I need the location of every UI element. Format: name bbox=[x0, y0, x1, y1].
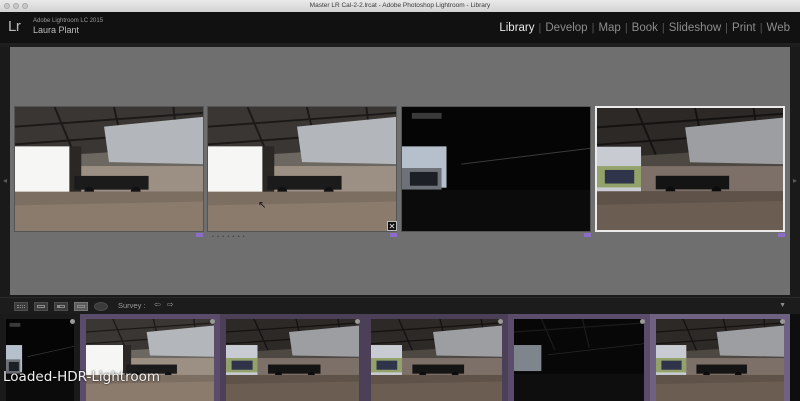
badge-icon bbox=[70, 319, 75, 324]
loupe-view-icon[interactable] bbox=[34, 302, 48, 311]
module-print[interactable]: Print bbox=[728, 22, 760, 34]
module-picker: Library | Develop | Map | Book | Slidesh… bbox=[495, 22, 794, 34]
barn-photo bbox=[656, 319, 784, 401]
survey-photo[interactable] bbox=[207, 106, 397, 232]
module-map[interactable]: Map bbox=[594, 22, 624, 34]
people-view-icon[interactable] bbox=[94, 302, 108, 311]
filmstrip-thumbnail[interactable] bbox=[365, 314, 508, 401]
toolbar-content-menu-icon[interactable]: ▼ bbox=[779, 302, 786, 309]
left-panel-toggle-icon[interactable]: ◂ bbox=[1, 175, 9, 187]
barn-photo bbox=[597, 108, 783, 230]
badge-icon bbox=[498, 319, 503, 324]
filmstrip-thumbnail-selected[interactable] bbox=[650, 314, 790, 401]
badge-icon bbox=[640, 319, 645, 324]
survey-photo[interactable] bbox=[401, 106, 591, 232]
video-caption: Loaded-HDR-Lightroom bbox=[3, 369, 160, 385]
window-controls[interactable] bbox=[4, 3, 28, 9]
lightroom-logo-icon: Lr bbox=[8, 18, 21, 35]
identity-plate-bar: Lr Adobe Lightroom LC 2015 Laura Plant L… bbox=[0, 12, 800, 43]
rating-dots[interactable]: • • • • • • • bbox=[212, 234, 246, 240]
color-label-icon bbox=[584, 233, 591, 237]
barn-photo bbox=[15, 107, 203, 231]
minimize-window-icon[interactable] bbox=[13, 3, 19, 9]
compare-view-icon[interactable] bbox=[54, 302, 68, 311]
module-web[interactable]: Web bbox=[763, 22, 794, 34]
filmstrip-thumbnail[interactable] bbox=[0, 314, 80, 401]
barn-photo bbox=[371, 319, 502, 401]
filmstrip-thumbnail[interactable] bbox=[80, 314, 220, 401]
mouse-cursor-icon: ↖ bbox=[258, 200, 267, 211]
survey-photo-selected[interactable] bbox=[595, 106, 785, 232]
remove-from-survey-icon[interactable]: ✕ bbox=[387, 221, 397, 231]
close-window-icon[interactable] bbox=[4, 3, 10, 9]
module-library[interactable]: Library bbox=[495, 22, 538, 34]
module-slideshow[interactable]: Slideshow bbox=[665, 22, 725, 34]
library-toolbar: Survey : ⇦ ⇨ ▼ bbox=[0, 297, 800, 315]
color-label-icon bbox=[778, 233, 785, 237]
barn-photo bbox=[208, 107, 396, 231]
barn-photo bbox=[402, 107, 590, 231]
next-photo-icon[interactable]: ⇨ bbox=[167, 300, 174, 309]
barn-photo bbox=[514, 319, 644, 401]
grid-view-icon[interactable] bbox=[14, 302, 28, 311]
survey-photo[interactable] bbox=[14, 106, 204, 232]
survey-view-icon[interactable] bbox=[74, 302, 88, 311]
filmstrip-thumbnail[interactable] bbox=[508, 314, 650, 401]
color-label-icon bbox=[390, 233, 397, 237]
badge-icon bbox=[210, 319, 215, 324]
maximize-window-icon[interactable] bbox=[22, 3, 28, 9]
module-book[interactable]: Book bbox=[628, 22, 662, 34]
badge-icon bbox=[780, 319, 785, 324]
view-mode-label: Survey : bbox=[118, 301, 146, 310]
window-title: Master LR Cal-2-2.lrcat - Adobe Photosho… bbox=[309, 2, 491, 9]
previous-photo-icon[interactable]: ⇦ bbox=[154, 300, 161, 309]
app-version-label: Adobe Lightroom LC 2015 bbox=[33, 18, 104, 24]
color-label-icon bbox=[196, 233, 203, 237]
filmstrip-thumbnail[interactable] bbox=[220, 314, 365, 401]
module-develop[interactable]: Develop bbox=[541, 22, 591, 34]
identity-plate-name: Laura Plant bbox=[33, 25, 80, 35]
barn-photo bbox=[226, 319, 359, 401]
barn-photo bbox=[6, 319, 74, 401]
barn-photo bbox=[86, 319, 214, 401]
filmstrip bbox=[0, 314, 800, 401]
badge-icon bbox=[355, 319, 360, 324]
right-panel-toggle-icon[interactable]: ▸ bbox=[791, 175, 799, 187]
